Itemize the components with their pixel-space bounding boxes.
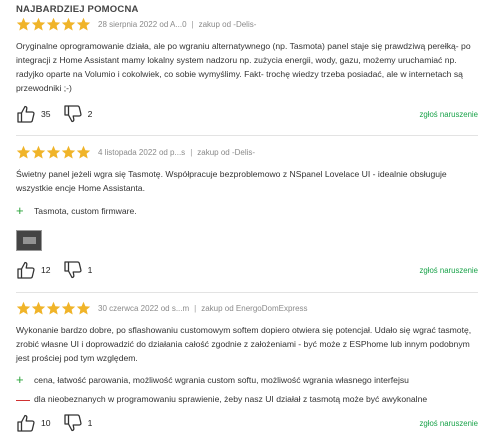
review-meta: 4 listopada 2022 od p...s | zakup od -Deli…	[16, 144, 478, 160]
star-icon	[76, 301, 91, 316]
review-text: Wykonanie bardzo dobre, po sflashowaniu …	[16, 325, 472, 363]
con-item: — dla nieobeznanych w programowaniu spra…	[16, 389, 478, 408]
review-meta: 28 sierpnia 2022 od A...0 | zakup od -Deli…	[16, 16, 478, 32]
thumbs-up-icon	[16, 104, 36, 124]
like-button[interactable]: 12	[16, 260, 51, 280]
review-seller: zakup od EnergoDomExpress	[201, 303, 308, 313]
review-2: 4 listopada 2022 od p...s | zakup od -Deli…	[16, 144, 478, 251]
minus-icon: —	[16, 390, 30, 407]
vote-bar-1: 35 2 zgłoś naruszenie	[16, 103, 478, 125]
divider	[16, 292, 478, 293]
review-meta-text: 30 czerwca 2022 od s...m | zakup od Energo…	[98, 303, 308, 313]
rating-stars	[16, 17, 91, 32]
star-icon	[31, 145, 46, 160]
rating-stars	[16, 145, 91, 160]
thumbs-up-icon	[16, 260, 36, 280]
pro-text: cena, łatwość parowania, możliwość wgran…	[34, 374, 409, 385]
rating-stars	[16, 301, 91, 316]
dislike-button[interactable]: 2	[63, 104, 93, 124]
review-text: Świetny panel jeżeli wgra się Tasmotę. W…	[16, 169, 447, 193]
like-count: 12	[41, 265, 51, 275]
divider	[16, 135, 478, 136]
con-text: dla nieobeznanych w programowaniu sprawi…	[34, 393, 428, 404]
pro-text: Tasmota, custom firmware.	[34, 205, 137, 216]
report-link[interactable]: zgłoś naruszenie	[419, 110, 478, 119]
plus-icon: +	[16, 372, 24, 387]
report-link[interactable]: zgłoś naruszenie	[419, 419, 478, 428]
like-button[interactable]: 10	[16, 413, 51, 433]
thumbs-down-icon	[63, 104, 83, 124]
star-icon	[46, 301, 61, 316]
like-count: 10	[41, 418, 51, 428]
thumbs-down-icon	[63, 413, 83, 433]
thumbs-down-icon	[63, 260, 83, 280]
like-button[interactable]: 35	[16, 104, 51, 124]
review-date: 4 listopada 2022 od p...s	[98, 147, 186, 157]
dislike-button[interactable]: 1	[63, 260, 93, 280]
dislike-count: 1	[87, 418, 93, 428]
like-count: 35	[41, 109, 51, 119]
review-photo-thumbnail[interactable]	[16, 230, 42, 251]
review-meta-text: 28 sierpnia 2022 od A...0 | zakup od -Deli…	[98, 19, 257, 29]
pros-list: + Tasmota, custom firmware.	[16, 201, 478, 220]
review-seller: zakup od -Delis-	[198, 19, 257, 29]
vote-bar-2: 12 1 zgłoś naruszenie	[16, 259, 478, 281]
thumbs-up-icon	[16, 413, 36, 433]
review-meta: 30 czerwca 2022 od s...m | zakup od Energo…	[16, 300, 478, 316]
star-icon	[31, 17, 46, 32]
review-text: Oryginalne oprogramowanie działa, ale po…	[16, 41, 471, 93]
star-icon	[61, 301, 76, 316]
star-icon	[61, 145, 76, 160]
dislike-count: 1	[87, 265, 93, 275]
pro-item: + cena, łatwość parowania, możliwość wgr…	[16, 370, 478, 389]
review-meta-text: 4 listopada 2022 od p...s | zakup od -Deli…	[98, 147, 256, 157]
star-icon	[16, 145, 31, 160]
pro-item: + Tasmota, custom firmware.	[16, 201, 478, 220]
pros-cons-list: + cena, łatwość parowania, możliwość wgr…	[16, 370, 478, 408]
review-date: 30 czerwca 2022 od s...m	[98, 303, 190, 313]
review-1: 28 sierpnia 2022 od A...0 | zakup od -Deli…	[16, 16, 478, 95]
star-icon	[16, 301, 31, 316]
star-icon	[46, 17, 61, 32]
review-seller: zakup od -Delis-	[197, 147, 256, 157]
review-3: 30 czerwca 2022 od s...m | zakup od Energo…	[16, 300, 478, 408]
star-icon	[76, 17, 91, 32]
dislike-button[interactable]: 1	[63, 413, 93, 433]
star-icon	[31, 301, 46, 316]
section-title: NAJBARDZIEJ POMOCNA	[16, 4, 139, 15]
star-icon	[16, 17, 31, 32]
plus-icon: +	[16, 203, 24, 218]
review-date: 28 sierpnia 2022 od A...0	[98, 19, 187, 29]
report-link[interactable]: zgłoś naruszenie	[419, 266, 478, 275]
star-icon	[61, 17, 76, 32]
star-icon	[76, 145, 91, 160]
dislike-count: 2	[87, 109, 93, 119]
star-icon	[46, 145, 61, 160]
vote-bar-3: 10 1 zgłoś naruszenie	[16, 412, 478, 434]
